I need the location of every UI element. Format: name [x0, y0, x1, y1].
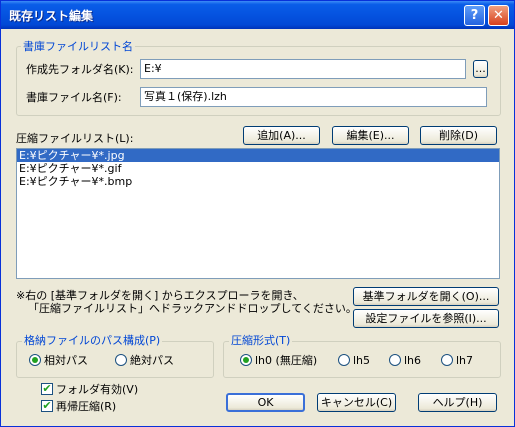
- help-button[interactable]: ヘルプ(H): [418, 393, 497, 412]
- folder-enabled-label[interactable]: フォルダ有効(V): [56, 383, 138, 396]
- instruction-note-line1: ※右の [基準フォルダを開く] からエクスプローラを開き、: [16, 289, 304, 302]
- edit-button[interactable]: 編集(E)...: [332, 126, 409, 145]
- open-base-folder-button[interactable]: 基準フォルダを開く(O)...: [353, 287, 499, 306]
- format-lh5-label[interactable]: lh5: [353, 354, 370, 367]
- cancel-button[interactable]: キャンセル(C): [317, 393, 396, 412]
- add-button[interactable]: 追加(A)...: [243, 126, 320, 145]
- relative-path-label[interactable]: 相対パス: [44, 354, 88, 367]
- compress-list-label: 圧縮ファイルリスト(L):: [16, 132, 134, 145]
- browse-folder-button[interactable]: ...: [473, 60, 488, 78]
- relative-path-radio[interactable]: [29, 354, 41, 366]
- view-settings-file-button[interactable]: 設定ファイルを参照(I)...: [353, 309, 499, 328]
- ok-button[interactable]: OK: [226, 393, 305, 412]
- recursive-compress-checkbox[interactable]: ✔: [41, 400, 53, 412]
- format-lh7-radio[interactable]: [441, 354, 453, 366]
- compress-file-list[interactable]: E:¥ピクチャー¥*.jpg E:¥ピクチャー¥*.gif E:¥ピクチャー¥*…: [16, 148, 500, 279]
- format-lh5-radio[interactable]: [338, 354, 350, 366]
- help-title-button[interactable]: ?: [464, 5, 485, 26]
- list-item[interactable]: E:¥ピクチャー¥*.gif: [17, 162, 499, 175]
- absolute-path-radio[interactable]: [115, 354, 127, 366]
- window-title: 既存リスト編集: [9, 9, 94, 23]
- close-button[interactable]: ✕: [488, 5, 509, 26]
- folder-enabled-checkbox[interactable]: ✔: [41, 383, 53, 395]
- format-lh7-label[interactable]: lh7: [456, 354, 473, 367]
- absolute-path-label[interactable]: 絶対パス: [130, 354, 174, 367]
- title-bar[interactable]: 既存リスト編集 ? ✕: [1, 1, 514, 29]
- list-item[interactable]: E:¥ピクチャー¥*.jpg: [17, 149, 499, 162]
- delete-button[interactable]: 削除(D): [420, 126, 497, 145]
- format-lh0-label[interactable]: lh0 (無圧縮): [255, 354, 317, 367]
- list-item[interactable]: E:¥ピクチャー¥*.bmp: [17, 175, 499, 188]
- format-lh6-radio[interactable]: [389, 354, 401, 366]
- path-structure-group-label: 格納ファイルのパス構成(P): [22, 334, 163, 347]
- compress-format-group-label: 圧縮形式(T): [229, 334, 293, 347]
- format-lh0-radio[interactable]: [240, 354, 252, 366]
- recursive-compress-label[interactable]: 再帰圧縮(R): [56, 400, 116, 413]
- dest-folder-input[interactable]: E:¥: [140, 59, 466, 79]
- format-lh6-label[interactable]: lh6: [404, 354, 421, 367]
- archive-name-input[interactable]: 写真１(保存).lzh: [140, 87, 487, 107]
- library-name-group-label: 書庫ファイルリスト名: [21, 40, 135, 53]
- dialog-window: 既存リスト編集 ? ✕ 書庫ファイルリスト名 作成先フォルダ名(K): E:¥ …: [0, 0, 515, 427]
- archive-name-label: 書庫ファイル名(F):: [26, 91, 122, 104]
- dest-folder-label: 作成先フォルダ名(K):: [26, 63, 134, 76]
- instruction-note-line2: 「圧縮ファイルリスト」へドラックアンドドロップしてください。: [28, 302, 357, 315]
